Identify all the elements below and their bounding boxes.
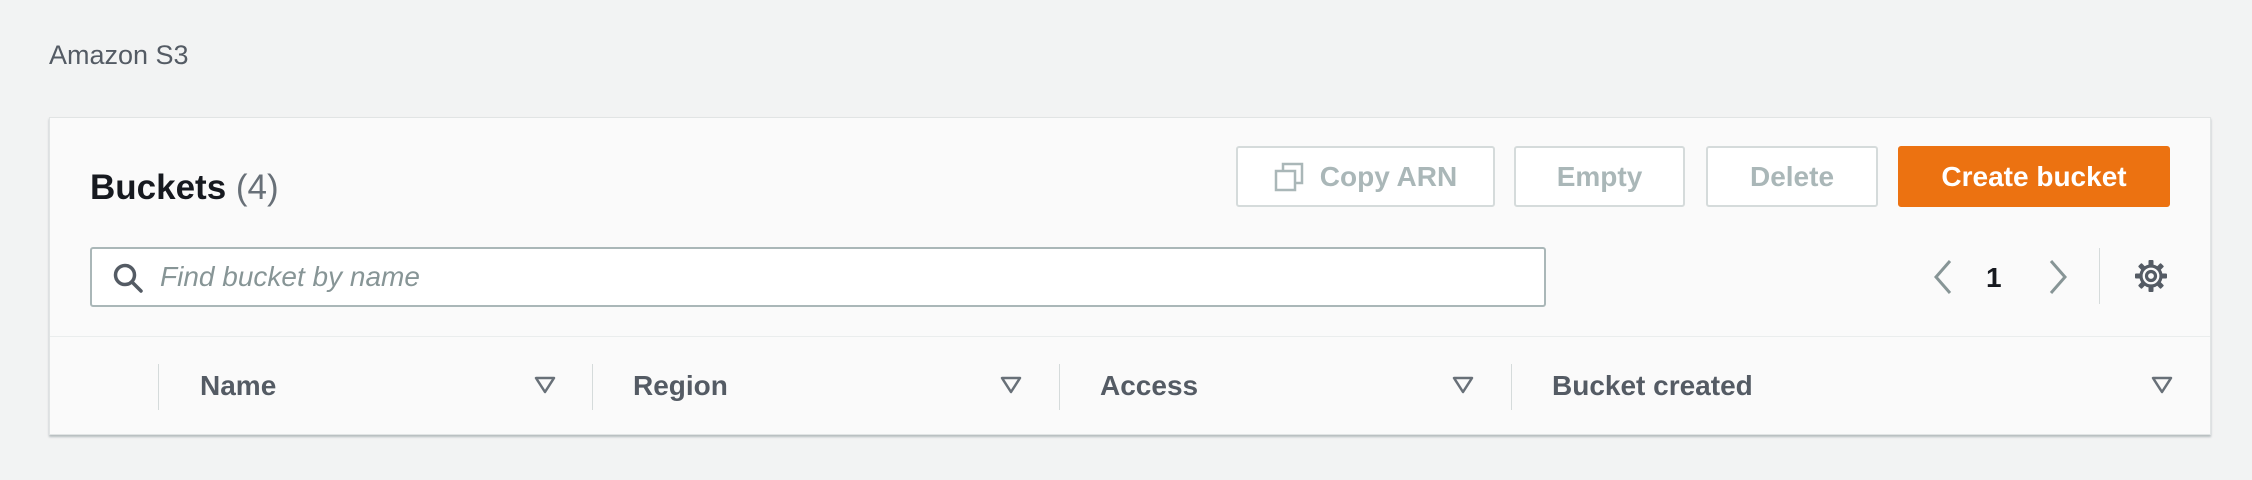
column-separator[interactable] — [1059, 364, 1060, 410]
sort-icon[interactable] — [1452, 376, 1474, 394]
search-box — [90, 247, 1546, 307]
pagination-divider — [2099, 248, 2100, 304]
copy-arn-label: Copy ARN — [1319, 160, 1458, 192]
column-separator[interactable] — [592, 364, 593, 410]
page-title: Buckets (4) — [90, 168, 279, 208]
column-header-name[interactable]: Name — [200, 370, 276, 402]
sort-icon[interactable] — [1000, 376, 1022, 394]
header-divider — [50, 336, 2210, 337]
column-separator — [158, 364, 159, 410]
sort-icon[interactable] — [2151, 376, 2173, 394]
column-header-region[interactable]: Region — [633, 370, 728, 402]
empty-button[interactable]: Empty — [1514, 146, 1685, 207]
copy-arn-button[interactable]: Copy ARN — [1236, 146, 1495, 207]
column-separator[interactable] — [1511, 364, 1512, 410]
chevron-right-icon[interactable] — [2043, 257, 2073, 297]
chevron-left-icon[interactable] — [1928, 257, 1958, 297]
copy-icon — [1274, 162, 1304, 192]
bucket-count: (4) — [235, 168, 279, 207]
search-icon — [112, 262, 144, 294]
create-bucket-button[interactable]: Create bucket — [1898, 146, 2170, 207]
breadcrumb[interactable]: Amazon S3 — [49, 40, 189, 71]
search-input[interactable] — [160, 257, 1520, 297]
buckets-panel: Buckets (4) Copy ARN Empty Delete Create… — [49, 117, 2211, 435]
sort-icon[interactable] — [534, 376, 556, 394]
settings-icon[interactable] — [2133, 258, 2169, 294]
column-header-bucket-created[interactable]: Bucket created — [1552, 370, 1753, 402]
column-header-access[interactable]: Access — [1100, 370, 1198, 402]
page-number[interactable]: 1 — [1986, 262, 2002, 294]
panel-title-text: Buckets — [90, 168, 227, 207]
delete-button[interactable]: Delete — [1706, 146, 1878, 207]
